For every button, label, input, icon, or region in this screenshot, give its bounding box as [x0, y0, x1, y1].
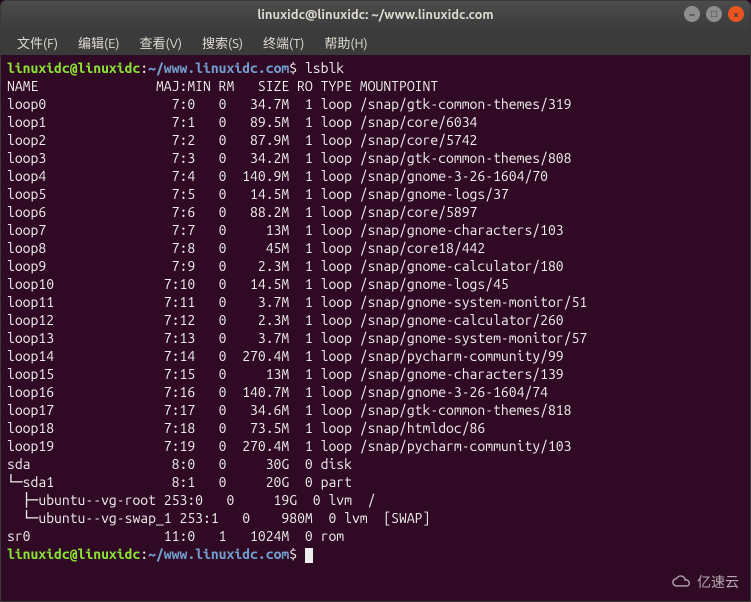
lsblk-row: └─sda1 8:1 0 20G 0 part	[7, 473, 744, 491]
lsblk-row: loop4 7:4 0 140.9M 1 loop /snap/gnome-3-…	[7, 167, 744, 185]
menubar: 文件(F) 编辑(E) 查看(V) 搜索(S) 终端(T) 帮助(H)	[1, 29, 750, 55]
lsblk-row: loop9 7:9 0 2.3M 1 loop /snap/gnome-calc…	[7, 257, 744, 275]
menu-help[interactable]: 帮助(H)	[316, 30, 375, 55]
titlebar: linuxidc@linuxidc: ~/www.linuxidc.com – …	[1, 1, 750, 29]
menu-view[interactable]: 查看(V)	[132, 30, 190, 55]
lsblk-row: loop10 7:10 0 14.5M 1 loop /snap/gnome-l…	[7, 275, 744, 293]
menu-terminal[interactable]: 终端(T)	[255, 30, 312, 55]
lsblk-row: └─ubuntu--vg-swap_1 253:1 0 980M 0 lvm […	[7, 509, 744, 527]
menu-edit[interactable]: 编辑(E)	[70, 30, 127, 55]
lsblk-row: loop1 7:1 0 89.5M 1 loop /snap/core/6034	[7, 113, 744, 131]
lsblk-row: loop12 7:12 0 2.3M 1 loop /snap/gnome-ca…	[7, 311, 744, 329]
minimize-button[interactable]: –	[684, 6, 700, 22]
lsblk-row: loop13 7:13 0 3.7M 1 loop /snap/gnome-sy…	[7, 329, 744, 347]
maximize-button[interactable]: □	[706, 6, 722, 22]
cloud-icon	[671, 575, 693, 589]
command-text: lsblk	[305, 60, 344, 76]
prompt-line: linuxidc@linuxidc:~/www.linuxidc.com$	[7, 545, 744, 563]
window-title: linuxidc@linuxidc: ~/www.linuxidc.com	[257, 8, 493, 22]
menu-file[interactable]: 文件(F)	[9, 30, 66, 55]
close-button[interactable]: ×	[728, 6, 744, 22]
terminal-window: linuxidc@linuxidc: ~/www.linuxidc.com – …	[0, 0, 751, 602]
lsblk-row: loop8 7:8 0 45M 1 loop /snap/core18/442	[7, 239, 744, 257]
lsblk-row: loop5 7:5 0 14.5M 1 loop /snap/gnome-log…	[7, 185, 744, 203]
lsblk-row: loop19 7:19 0 270.4M 1 loop /snap/pychar…	[7, 437, 744, 455]
lsblk-row: loop7 7:7 0 13M 1 loop /snap/gnome-chara…	[7, 221, 744, 239]
lsblk-row: loop16 7:16 0 140.7M 1 loop /snap/gnome-…	[7, 383, 744, 401]
lsblk-row: ├─ubuntu--vg-root 253:0 0 19G 0 lvm /	[7, 491, 744, 509]
prompt-user: linuxidc@linuxidc	[7, 60, 140, 76]
menu-search[interactable]: 搜索(S)	[194, 30, 251, 55]
lsblk-header: NAME MAJ:MIN RM SIZE RO TYPE MOUNTPOINT	[7, 77, 744, 95]
lsblk-row: loop15 7:15 0 13M 1 loop /snap/gnome-cha…	[7, 365, 744, 383]
lsblk-row: sda 8:0 0 30G 0 disk	[7, 455, 744, 473]
prompt-path: ~/www.linuxidc.com	[148, 60, 289, 76]
cursor	[305, 548, 313, 563]
watermark: 亿速云	[671, 572, 739, 592]
lsblk-row: loop0 7:0 0 34.7M 1 loop /snap/gtk-commo…	[7, 95, 744, 113]
lsblk-row: loop17 7:17 0 34.6M 1 loop /snap/gtk-com…	[7, 401, 744, 419]
lsblk-row: loop3 7:3 0 34.2M 1 loop /snap/gtk-commo…	[7, 149, 744, 167]
lsblk-row: loop6 7:6 0 88.2M 1 loop /snap/core/5897	[7, 203, 744, 221]
prompt-user: linuxidc@linuxidc	[7, 546, 140, 562]
lsblk-row: loop18 7:18 0 73.5M 1 loop /snap/htmldoc…	[7, 419, 744, 437]
lsblk-row: loop2 7:2 0 87.9M 1 loop /snap/core/5742	[7, 131, 744, 149]
window-controls: – □ ×	[684, 6, 744, 22]
prompt-line: linuxidc@linuxidc:~/www.linuxidc.com$ ls…	[7, 59, 744, 77]
watermark-text: 亿速云	[697, 572, 739, 592]
terminal-body[interactable]: linuxidc@linuxidc:~/www.linuxidc.com$ ls…	[1, 55, 750, 601]
lsblk-row: loop11 7:11 0 3.7M 1 loop /snap/gnome-sy…	[7, 293, 744, 311]
lsblk-row: loop14 7:14 0 270.4M 1 loop /snap/pychar…	[7, 347, 744, 365]
prompt-path: ~/www.linuxidc.com	[148, 546, 289, 562]
lsblk-row: sr0 11:0 1 1024M 0 rom	[7, 527, 744, 545]
